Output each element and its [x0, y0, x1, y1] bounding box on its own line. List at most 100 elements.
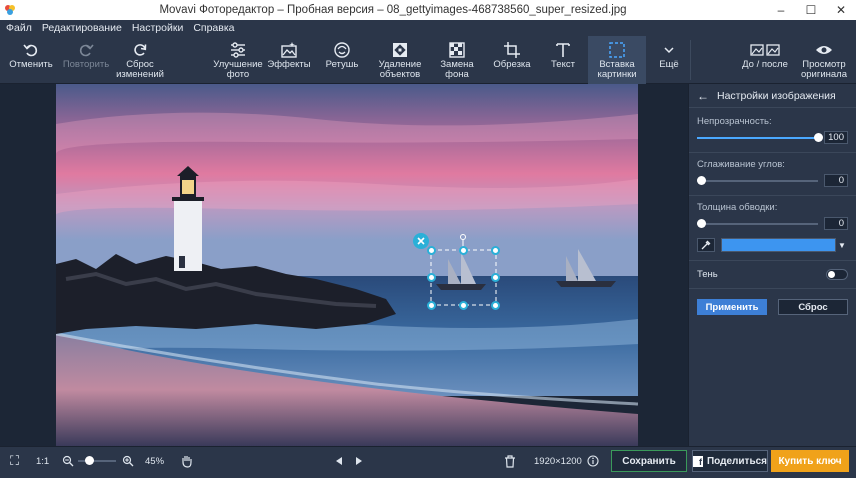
image-settings-panel: ← Настройки изображения Непрозрачность: …: [688, 84, 856, 446]
effects-icon: [280, 40, 298, 60]
info-icon[interactable]: [587, 447, 599, 475]
menu-bar: Файл Редактирование Настройки Справка: [0, 20, 856, 36]
image-dimensions: 1920×1200: [534, 455, 582, 467]
opacity-value[interactable]: 100: [824, 131, 848, 144]
panel-divider: [689, 288, 856, 289]
selection-handle-br[interactable]: [491, 301, 500, 310]
previous-image-icon[interactable]: [334, 447, 344, 475]
effects-label: Эффекты: [267, 59, 311, 70]
next-image-icon[interactable]: [354, 447, 364, 475]
smoothing-slider-track: [697, 179, 818, 182]
selection-handle-bm[interactable]: [459, 301, 468, 310]
retouch-label: Ретушь: [325, 59, 359, 70]
stroke-label: Толщина обводки:: [697, 202, 778, 213]
opacity-slider-knob[interactable]: [813, 132, 823, 142]
menu-settings[interactable]: Настройки: [132, 22, 184, 34]
effects-button[interactable]: Эффекты: [264, 36, 314, 84]
zoom-slider-knob[interactable]: [84, 456, 94, 465]
opacity-slider[interactable]: [697, 132, 823, 143]
stroke-row: Толщина обводки: 0: [689, 202, 856, 230]
enhance-button[interactable]: Улучшение фото: [212, 36, 264, 84]
selection-handle-tm[interactable]: [459, 246, 468, 255]
crop-button[interactable]: Обрезка: [488, 36, 536, 84]
photo-image: [56, 84, 638, 446]
share-label: Поделиться: [706, 455, 767, 467]
remove-objects-icon: [391, 40, 409, 60]
toolbar-divider: [690, 40, 691, 80]
photo-canvas[interactable]: [56, 84, 638, 446]
zoom-slider[interactable]: [78, 447, 116, 475]
zoom-in-icon[interactable]: [122, 447, 134, 475]
text-button[interactable]: Текст: [540, 36, 586, 84]
hand-tool-icon[interactable]: [180, 447, 194, 475]
smoothing-slider[interactable]: [697, 175, 818, 186]
remove-objects-button[interactable]: Удаление объектов: [372, 36, 428, 84]
minimize-button[interactable]: –: [766, 0, 796, 20]
redo-button[interactable]: Повторить: [60, 36, 112, 84]
chevron-down-icon: [662, 40, 676, 60]
more-label: Ещё: [659, 59, 679, 70]
undo-button[interactable]: Отменить: [6, 36, 56, 84]
before-after-icon: [750, 40, 780, 60]
menu-edit[interactable]: Редактирование: [42, 22, 122, 34]
back-arrow-icon[interactable]: ←: [697, 89, 709, 103]
reset-changes-button[interactable]: Сброс изменений: [112, 36, 168, 84]
smoothing-value[interactable]: 0: [824, 174, 848, 187]
apply-button[interactable]: Применить: [697, 299, 767, 315]
actual-size-button[interactable]: 1:1: [36, 447, 49, 475]
canvas-area[interactable]: [0, 84, 688, 446]
selection-handle-mr[interactable]: [491, 273, 500, 282]
reset-button[interactable]: Сброс: [778, 299, 848, 315]
stroke-value[interactable]: 0: [824, 217, 848, 230]
remove-objects-label: Удаление объектов: [378, 59, 422, 80]
eyedropper-button[interactable]: [697, 238, 715, 252]
selection-handle-bl[interactable]: [427, 301, 436, 310]
maximize-button[interactable]: ☐: [796, 0, 826, 20]
eyedropper-icon: [701, 240, 711, 250]
color-dropdown-icon[interactable]: ▼: [836, 238, 848, 252]
opacity-slider-fill: [697, 136, 818, 139]
insert-image-button[interactable]: Вставка картинки: [588, 36, 646, 84]
before-after-button[interactable]: До / после: [736, 36, 794, 84]
refresh-icon: [131, 40, 149, 60]
smoothing-slider-knob[interactable]: [697, 175, 706, 185]
delete-inserted-image-button[interactable]: [413, 233, 429, 249]
more-button[interactable]: Ещё: [650, 36, 688, 84]
sliders-icon: [229, 40, 247, 60]
shadow-toggle[interactable]: [826, 269, 848, 280]
selection-handle-tl[interactable]: [427, 246, 436, 255]
opacity-row: Непрозрачность: 100: [689, 116, 856, 144]
zoom-out-icon[interactable]: [62, 447, 74, 475]
title-bar: Movavi Фоторедактор – Пробная версия – 0…: [0, 0, 856, 20]
trash-icon[interactable]: [504, 447, 516, 475]
crop-icon: [503, 40, 521, 60]
stroke-slider[interactable]: [697, 218, 818, 229]
menu-help[interactable]: Справка: [193, 22, 234, 34]
panel-title: Настройки изображения: [717, 89, 836, 102]
menu-file[interactable]: Файл: [6, 22, 32, 34]
fit-to-screen-icon[interactable]: ⛶: [10, 447, 19, 475]
stroke-color-swatch[interactable]: [721, 238, 836, 252]
panel-actions: Применить Сброс: [689, 299, 856, 315]
selection-handle-ml[interactable]: [427, 273, 436, 282]
replace-background-icon: [448, 40, 466, 60]
before-after-label: До / после: [742, 59, 788, 70]
toolbar: Отменить Повторить Сброс изменений Улучш…: [0, 36, 856, 84]
face-icon: [333, 40, 351, 60]
save-button[interactable]: Сохранить: [611, 450, 687, 472]
selection-handle-tr[interactable]: [491, 246, 500, 255]
buy-key-button[interactable]: Купить ключ: [771, 450, 849, 472]
retouch-button[interactable]: Ретушь: [316, 36, 368, 84]
share-button[interactable]: f Поделиться: [692, 450, 768, 472]
zoom-slider-track: [78, 460, 116, 462]
close-button[interactable]: ✕: [826, 0, 856, 20]
bottom-bar: ⛶ 1:1 45% 1920×1200 Сохранить f Поделить…: [0, 446, 856, 478]
panel-header: ← Настройки изображения: [689, 84, 856, 108]
opacity-label: Непрозрачность:: [697, 116, 772, 127]
view-original-button[interactable]: Просмотр оригинала: [796, 36, 852, 84]
stroke-slider-knob[interactable]: [697, 218, 706, 228]
replace-background-button[interactable]: Замена фона: [432, 36, 482, 84]
text-label: Текст: [551, 59, 575, 70]
reset-changes-label: Сброс изменений: [116, 59, 164, 80]
view-original-label: Просмотр оригинала: [800, 59, 847, 80]
